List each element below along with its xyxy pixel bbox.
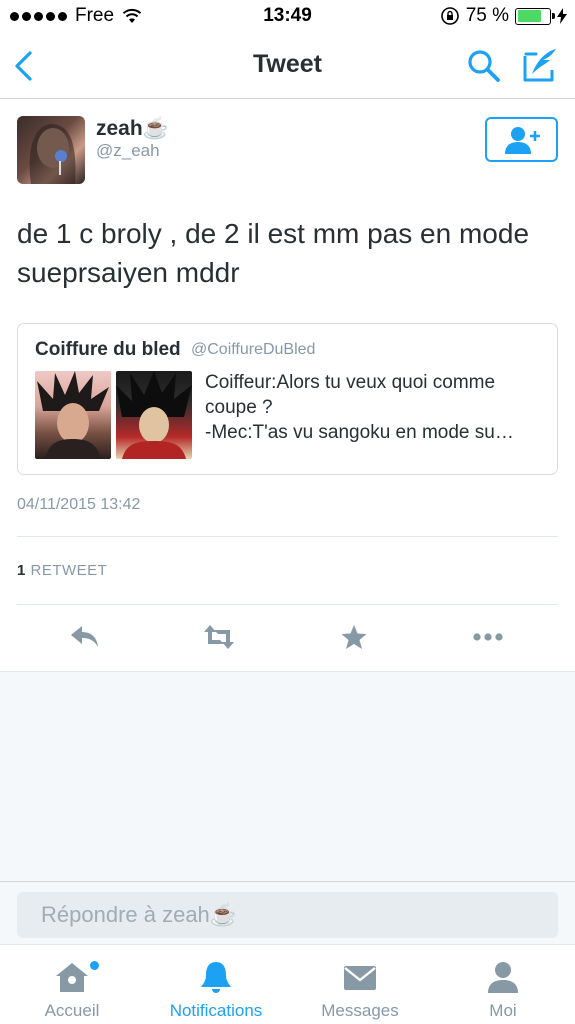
battery-percent: 75 %: [465, 5, 509, 26]
favorite-star-icon[interactable]: [337, 622, 371, 652]
battery-level: [517, 10, 541, 22]
reply-icon[interactable]: [68, 622, 102, 652]
avatar-photo: [29, 124, 76, 184]
tab-messages[interactable]: Messages: [295, 959, 425, 1021]
tab-notifications[interactable]: Notifications: [151, 959, 281, 1021]
quoted-text-line: Coiffeur:Alors tu veux quoi comme: [205, 372, 496, 393]
unread-dot: [90, 961, 99, 970]
quoted-tweet-card[interactable]: Coiffure du bled @CoiffureDuBled Coiffeu…: [17, 323, 558, 475]
navigation-bar: Tweet: [0, 32, 575, 99]
author-avatar[interactable]: [17, 116, 85, 184]
bell-icon: [201, 962, 231, 993]
divider: [17, 536, 558, 537]
envelope-icon: [344, 966, 376, 990]
battery-icon: [515, 7, 555, 25]
more-options-icon[interactable]: [471, 622, 505, 652]
retweet-count: 1: [17, 562, 26, 579]
reply-input[interactable]: Répondre à zeah☕️: [17, 892, 558, 938]
person-icon: [488, 962, 518, 993]
quoted-image-goku-ssj4[interactable]: [116, 371, 192, 459]
status-bar: Free 13:49 75 %: [0, 0, 575, 32]
tab-me[interactable]: Moi: [438, 959, 568, 1021]
empty-replies-area: [0, 671, 575, 881]
author-handle[interactable]: @z_eah: [96, 141, 160, 161]
retweet-stats[interactable]: 1 RETWEET: [17, 562, 107, 579]
charging-icon: [557, 8, 567, 24]
quoted-tweet-text: Coiffeur:Alors tu veux quoi comme coupe …: [205, 370, 545, 445]
status-right: 75 %: [440, 5, 567, 27]
tweet-action-bar: [0, 614, 575, 664]
quoted-image-man-spiky-hair[interactable]: [35, 371, 111, 459]
compose-tweet-icon[interactable]: [522, 46, 560, 84]
bottom-tab-bar: Accueil Notifications Messages Moi: [0, 944, 575, 1024]
follow-button[interactable]: [485, 117, 558, 162]
retweet-icon[interactable]: [202, 622, 236, 652]
home-icon: [56, 963, 88, 992]
quoted-author-name: Coiffure du bled: [35, 339, 181, 360]
tweet-timestamp: 04/11/2015 13:42: [17, 496, 141, 513]
author-display-name[interactable]: zeah☕️: [96, 117, 169, 141]
tab-label: Messages: [321, 1001, 399, 1020]
retweet-stats-label: RETWEET: [30, 562, 108, 579]
orientation-lock-icon: [440, 7, 459, 25]
search-icon[interactable]: [466, 48, 502, 84]
add-user-icon: [504, 126, 540, 154]
goku-drawing: [116, 371, 192, 459]
tab-label: Accueil: [44, 1001, 100, 1020]
spiky-hair-photo: [37, 371, 109, 459]
tab-home[interactable]: Accueil: [7, 959, 137, 1021]
reply-bar: Répondre à zeah☕️: [0, 881, 575, 944]
quoted-author-handle: @CoiffureDuBled: [191, 341, 316, 358]
tab-label: Notifications: [169, 1001, 263, 1020]
quoted-text-line: -Mec:T'as vu sangoku en mode su…: [205, 422, 514, 443]
tweet-text: de 1 c broly , de 2 il est mm pas en mod…: [17, 218, 530, 288]
quoted-text-line: coupe ?: [205, 397, 273, 418]
tab-label: Moi: [489, 1001, 517, 1020]
divider: [17, 604, 558, 605]
